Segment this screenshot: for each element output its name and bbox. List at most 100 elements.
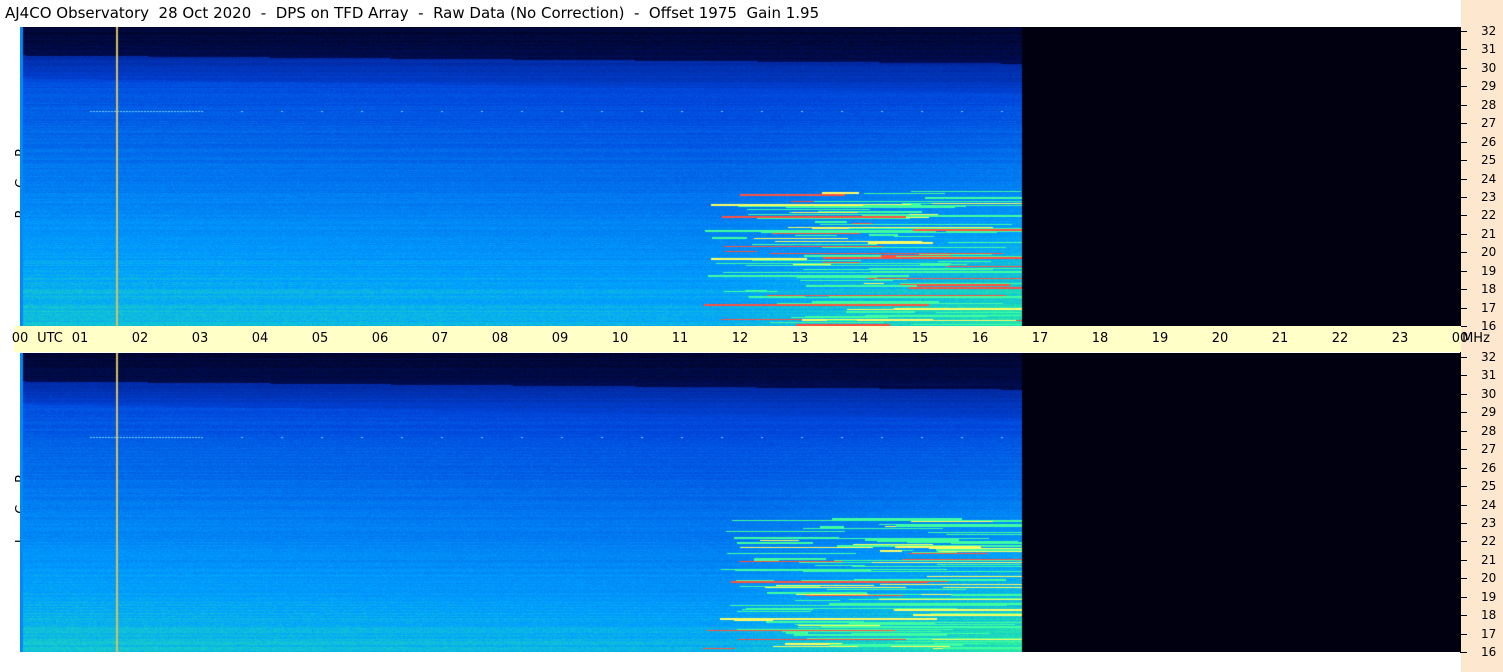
time-tick-14: 14 <box>851 331 869 346</box>
time-tick-18: 18 <box>1091 331 1109 346</box>
time-tick-15: 15 <box>911 331 929 346</box>
freq-tick-mark-lcp-7 <box>1461 486 1467 488</box>
freq-tick-lcp-5: 27 <box>1481 442 1497 457</box>
freq-tick-rcp-10: 22 <box>1481 208 1497 223</box>
freq-tick-rcp-11: 21 <box>1481 226 1497 241</box>
freq-tick-rcp-2: 30 <box>1481 60 1497 75</box>
time-tick-12: 12 <box>731 331 749 346</box>
freq-tick-lcp-8: 24 <box>1481 497 1497 512</box>
freq-tick-mark-rcp-14 <box>1461 289 1467 291</box>
freq-tick-lcp-7: 25 <box>1481 479 1497 494</box>
freq-tick-rcp-15: 17 <box>1481 300 1497 315</box>
lcp-spectrogram-canvas <box>20 353 1460 652</box>
time-tick-4: 04 <box>251 331 269 346</box>
time-tick-19: 19 <box>1151 331 1169 346</box>
freq-tick-mark-lcp-4 <box>1461 430 1467 432</box>
freq-tick-lcp-14: 18 <box>1481 608 1497 623</box>
freq-tick-lcp-12: 20 <box>1481 571 1497 586</box>
freq-tick-mark-rcp-8 <box>1461 178 1467 180</box>
freq-tick-mark-lcp-13 <box>1461 596 1467 598</box>
freq-tick-lcp-10: 22 <box>1481 534 1497 549</box>
time-tick-11: 11 <box>671 331 689 346</box>
time-tick-8: 08 <box>491 331 509 346</box>
freq-tick-mark-rcp-13 <box>1461 270 1467 272</box>
freq-tick-mark-lcp-15 <box>1461 633 1467 635</box>
freq-tick-rcp-8: 24 <box>1481 171 1497 186</box>
freq-tick-mark-rcp-15 <box>1461 307 1467 309</box>
freq-tick-lcp-11: 21 <box>1481 552 1497 567</box>
freq-tick-lcp-3: 29 <box>1481 405 1497 420</box>
freq-tick-lcp-4: 28 <box>1481 423 1497 438</box>
time-tick-5: 05 <box>311 331 329 346</box>
time-tick-21: 21 <box>1271 331 1289 346</box>
freq-tick-lcp-6: 26 <box>1481 460 1497 475</box>
freq-tick-mark-lcp-3 <box>1461 412 1467 414</box>
lcp-frequency-axis: 32 31 30 29 28 27 26 25 24 23 22 21 20 19 18 17 16 <box>1461 350 1503 663</box>
time-tick-6: 06 <box>371 331 389 346</box>
freq-tick-mark-rcp-0 <box>1461 31 1467 32</box>
freq-tick-lcp-2: 30 <box>1481 386 1497 401</box>
freq-tick-mark-rcp-6 <box>1461 141 1467 143</box>
freq-tick-rcp-14: 18 <box>1481 282 1497 297</box>
freq-tick-rcp-13: 19 <box>1481 263 1497 278</box>
freq-tick-rcp-0: 32 <box>1481 24 1497 38</box>
freq-tick-mark-rcp-4 <box>1461 104 1467 106</box>
freq-tick-rcp-3: 29 <box>1481 79 1497 94</box>
time-tick-0: 00 <box>11 331 29 346</box>
freq-tick-lcp-15: 17 <box>1481 626 1497 641</box>
freq-tick-rcp-7: 25 <box>1481 153 1497 168</box>
time-unit-label: UTC <box>37 331 63 346</box>
time-tick-13: 13 <box>791 331 809 346</box>
rcp-spectrogram-canvas <box>20 27 1460 326</box>
time-tick-17: 17 <box>1031 331 1049 346</box>
freq-tick-mark-rcp-7 <box>1461 160 1467 162</box>
time-tick-22: 22 <box>1331 331 1349 346</box>
freq-tick-mark-lcp-6 <box>1461 467 1467 469</box>
time-axis: 00 01 02 03 04 05 06 07 08 09 10 11 12 13 14 15 16 17 18 19… <box>11 326 1490 352</box>
rcp-label-strip: RCP <box>0 27 29 326</box>
freq-tick-mark-rcp-2 <box>1461 67 1467 69</box>
freq-tick-rcp-4: 28 <box>1481 97 1497 112</box>
chart-title: AJ4CO Observatory 28 Oct 2020 - DPS on T… <box>5 4 820 22</box>
freq-tick-lcp-13: 19 <box>1481 589 1497 604</box>
time-tick-20: 20 <box>1211 331 1229 346</box>
freq-tick-mark-rcp-10 <box>1461 215 1467 217</box>
freq-tick-mark-lcp-12 <box>1461 578 1467 580</box>
freq-tick-lcp-1: 31 <box>1481 368 1497 383</box>
freq-tick-lcp-0: 32 <box>1481 350 1497 364</box>
time-tick-3: 03 <box>191 331 209 346</box>
rcp-spectrogram <box>20 27 1460 326</box>
freq-tick-mark-rcp-5 <box>1461 123 1467 125</box>
freq-tick-rcp-9: 23 <box>1481 189 1497 204</box>
freq-tick-mark-rcp-3 <box>1461 86 1467 88</box>
freq-tick-mark-rcp-9 <box>1461 196 1467 198</box>
freq-tick-mark-lcp-11 <box>1461 559 1467 561</box>
freq-tick-mark-lcp-2 <box>1461 393 1467 395</box>
freq-tick-mark-lcp-1 <box>1461 375 1467 377</box>
time-tick-9: 09 <box>551 331 569 346</box>
freq-tick-mark-rcp-1 <box>1461 49 1467 51</box>
time-tick-7: 07 <box>431 331 449 346</box>
rcp-label: RCP <box>4 127 29 218</box>
freq-tick-lcp-16: 16 <box>1481 645 1497 659</box>
time-tick-23: 23 <box>1391 331 1409 346</box>
freq-tick-mark-lcp-8 <box>1461 504 1467 506</box>
lcp-label-strip: LCP <box>0 353 29 652</box>
time-tick-10: 10 <box>611 331 629 346</box>
time-tick-2: 02 <box>131 331 149 346</box>
freq-tick-rcp-1: 31 <box>1481 42 1497 57</box>
freq-tick-mark-lcp-5 <box>1461 449 1467 451</box>
freq-tick-mark-lcp-10 <box>1461 541 1467 543</box>
freq-tick-rcp-6: 26 <box>1481 134 1497 149</box>
freq-tick-mark-lcp-14 <box>1461 615 1467 617</box>
freq-tick-mark-lcp-9 <box>1461 522 1467 524</box>
freq-tick-mark-lcp-0 <box>1461 357 1467 358</box>
freq-tick-mark-rcp-12 <box>1461 252 1467 254</box>
lcp-spectrogram <box>20 353 1460 652</box>
freq-tick-lcp-9: 23 <box>1481 515 1497 530</box>
freq-tick-mark-lcp-16 <box>1461 652 1467 653</box>
freq-tick-rcp-16: 16 <box>1481 319 1497 333</box>
time-tick-1: 01 <box>71 331 89 346</box>
time-tick-16: 16 <box>971 331 989 346</box>
lcp-label: LCP <box>4 453 29 543</box>
